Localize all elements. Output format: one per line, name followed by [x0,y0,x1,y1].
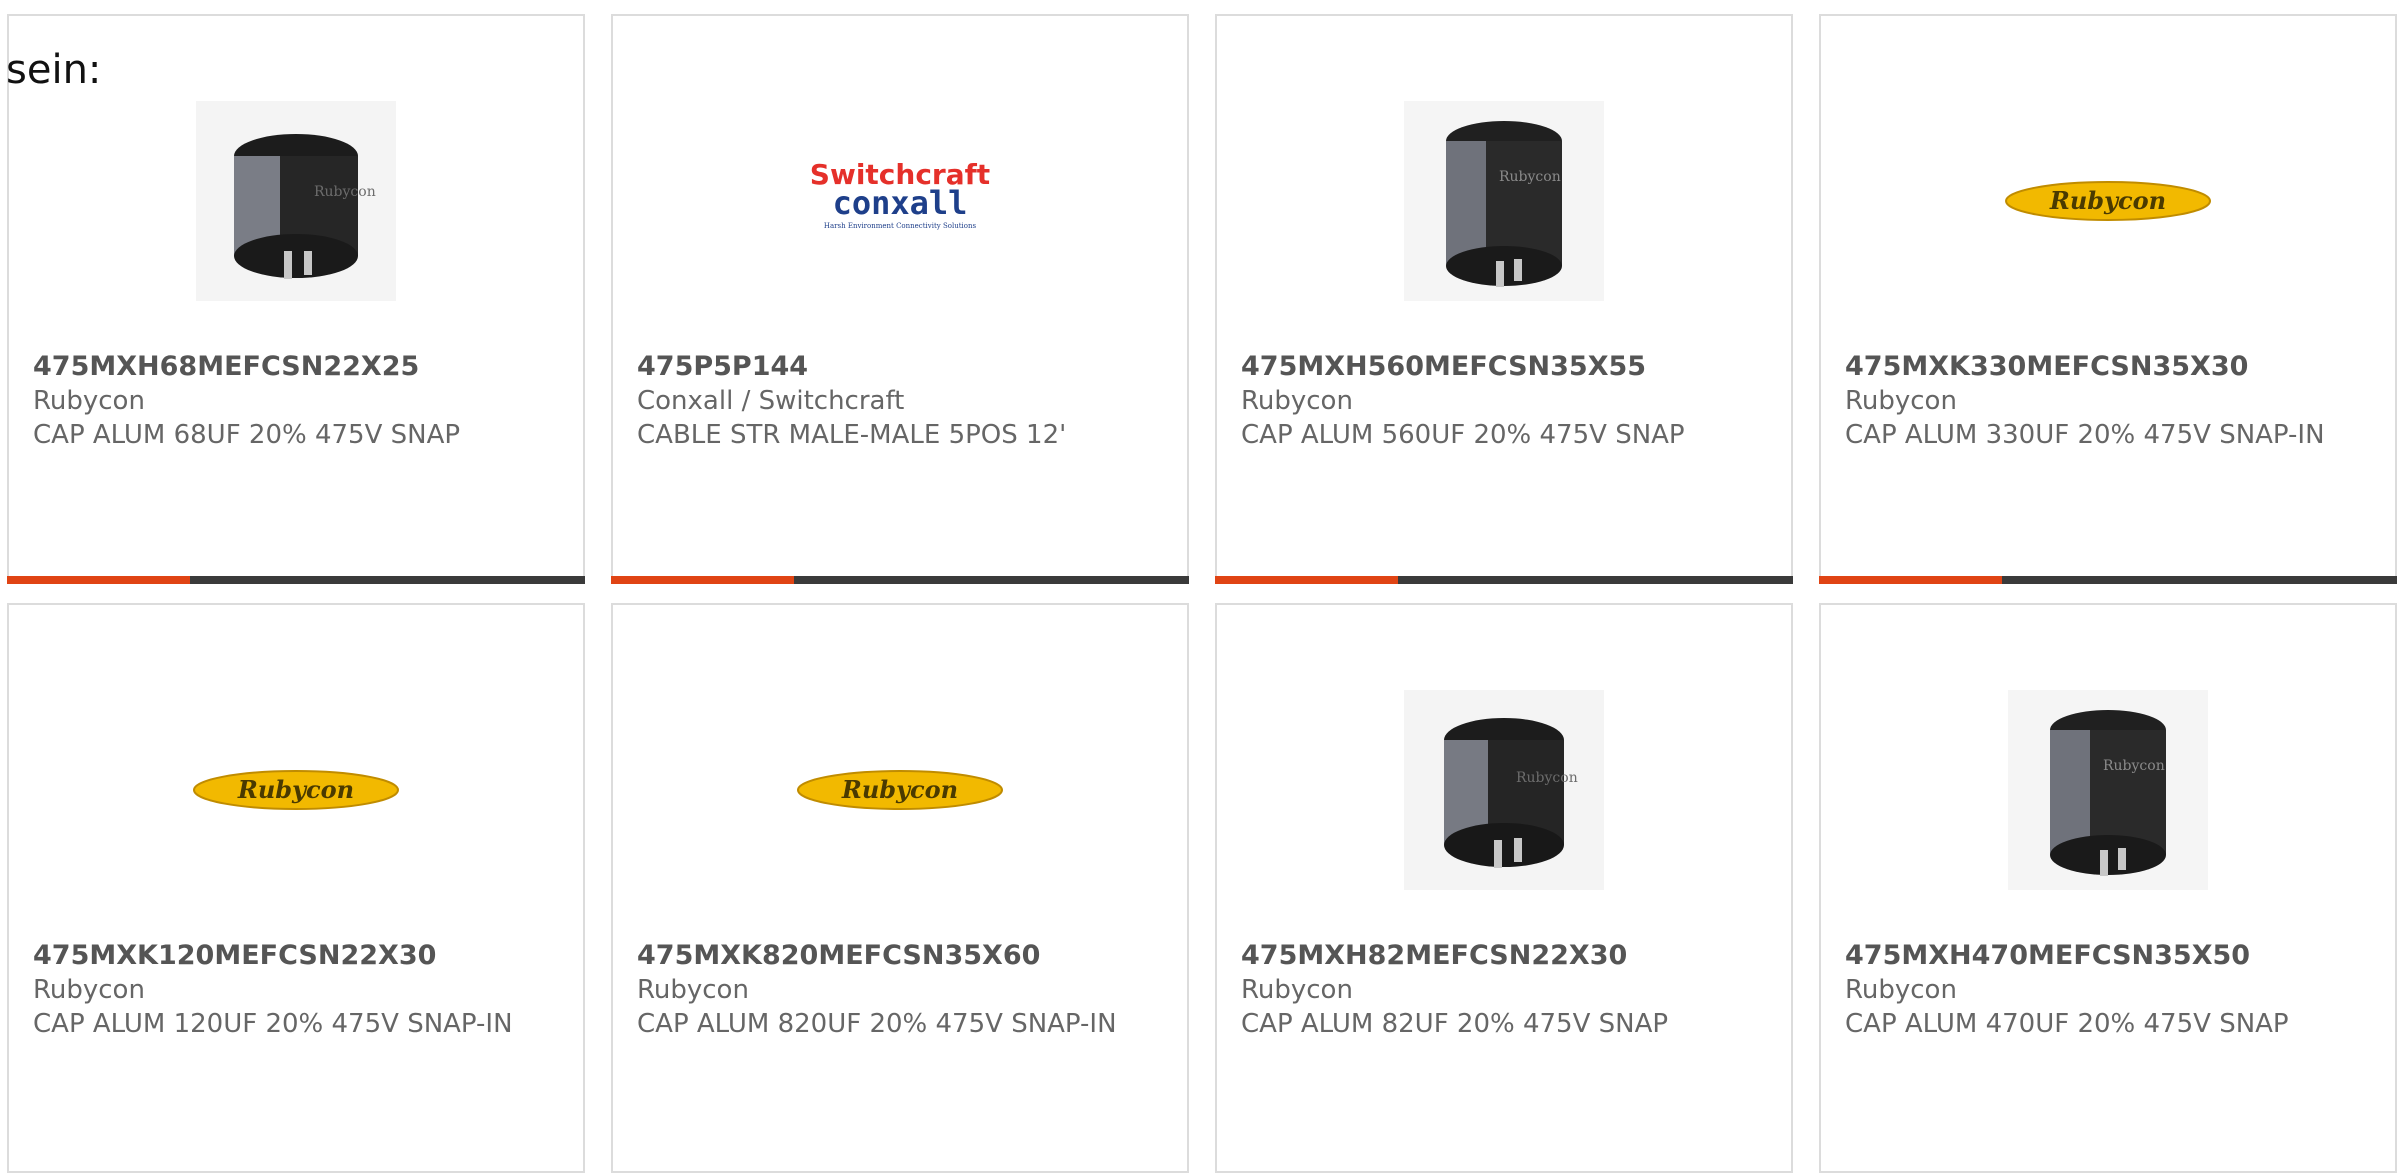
part-number-link[interactable]: 475MXH560MEFCSN35X55 [1241,350,1731,384]
capacitor-photo: Rubycon [2008,690,2208,890]
capacitor-photo: Rubycon [1404,690,1604,890]
manufacturer: Rubycon [1241,975,1353,1005]
product-grid: Rubycon 475MXH68MEFCSN22X25 Rubycon CAP … [0,0,2400,1173]
part-number-link[interactable]: 475P5P144 [637,350,1127,384]
product-card[interactable]: Rubycon 475MXH470MEFCSN35X50 Rubycon CAP… [1819,603,2397,1173]
part-number-link[interactable]: 475MXH82MEFCSN22X30 [1241,939,1731,973]
manufacturer: Rubycon [1241,386,1353,416]
logo-text: Rubycon [237,775,354,804]
product-image[interactable]: Rubycon [9,66,583,336]
description: CAP ALUM 68UF 20% 475V SNAP [33,420,461,450]
card-accent [7,576,190,584]
logo-tagline: Harsh Environment Connectivity Solutions [824,222,977,230]
svg-text:Rubycon: Rubycon [2103,758,2165,774]
rubycon-logo: Rubycon [797,770,1003,810]
description: CAP ALUM 470UF 20% 475V SNAP [1845,1009,2289,1039]
product-image[interactable]: Switchcraft conxall Harsh Environment Co… [613,66,1187,336]
manufacturer: Conxall / Switchcraft [637,386,905,416]
card-bottom-bar [1215,576,1793,584]
svg-text:Rubycon: Rubycon [1499,169,1561,185]
description: CAP ALUM 560UF 20% 475V SNAP [1241,420,1685,450]
product-card[interactable]: Rubycon 475MXH68MEFCSN22X25 Rubycon CAP … [7,14,585,584]
product-info: 475P5P144 Conxall / Switchcraft CABLE ST… [637,350,1127,452]
product-info: 475MXK120MEFCSN22X30 Rubycon CAP ALUM 12… [33,939,523,1041]
svg-text:Rubycon: Rubycon [314,184,376,200]
product-image[interactable]: Rubycon [9,655,583,925]
product-info: 475MXH470MEFCSN35X50 Rubycon CAP ALUM 47… [1845,939,2335,1041]
part-number-link[interactable]: 475MXK820MEFCSN35X60 [637,939,1127,973]
rubycon-logo: Rubycon [193,770,399,810]
card-accent [1215,576,1398,584]
logo-line2: conxall [833,184,968,222]
product-image[interactable]: Rubycon [1217,66,1791,336]
card-accent [1819,576,2002,584]
logo-text: Rubycon [2049,186,2166,215]
manufacturer: Rubycon [33,975,145,1005]
switchcraft-conxall-logo: Switchcraft conxall Harsh Environment Co… [810,158,990,230]
rubycon-logo: Rubycon [2005,181,2211,221]
product-image[interactable]: Rubycon [1821,655,2395,925]
product-card[interactable]: Rubycon 475MXK820MEFCSN35X60 Rubycon CAP… [611,603,1189,1173]
product-card[interactable]: Rubycon 475MXH82MEFCSN22X30 Rubycon CAP … [1215,603,1793,1173]
product-info: 475MXH82MEFCSN22X30 Rubycon CAP ALUM 82U… [1241,939,1731,1041]
product-image[interactable]: Rubycon [1217,655,1791,925]
product-card[interactable]: Switchcraft conxall Harsh Environment Co… [611,14,1189,584]
product-card[interactable]: Rubycon 475MXK330MEFCSN35X30 Rubycon CAP… [1819,14,2397,584]
description: CAP ALUM 820UF 20% 475V SNAP-IN [637,1009,1117,1039]
part-number-link[interactable]: 475MXK120MEFCSN22X30 [33,939,523,973]
capacitor-photo: Rubycon [196,101,396,301]
intro-text: sein: [6,47,102,93]
svg-text:Rubycon: Rubycon [1516,770,1578,786]
manufacturer: Rubycon [637,975,749,1005]
product-image[interactable]: Rubycon [1821,66,2395,336]
card-accent [611,576,794,584]
description: CAP ALUM 82UF 20% 475V SNAP [1241,1009,1669,1039]
product-card[interactable]: Rubycon 475MXK120MEFCSN22X30 Rubycon CAP… [7,603,585,1173]
card-bottom-bar [1819,576,2397,584]
part-number-link[interactable]: 475MXH470MEFCSN35X50 [1845,939,2335,973]
manufacturer: Rubycon [33,386,145,416]
part-number-link[interactable]: 475MXK330MEFCSN35X30 [1845,350,2335,384]
part-number-link[interactable]: 475MXH68MEFCSN22X25 [33,350,523,384]
product-info: 475MXK820MEFCSN35X60 Rubycon CAP ALUM 82… [637,939,1127,1041]
manufacturer: Rubycon [1845,386,1957,416]
card-bottom-bar [611,576,1189,584]
description: CAP ALUM 330UF 20% 475V SNAP-IN [1845,420,2325,450]
logo-text: Rubycon [841,775,958,804]
description: CABLE STR MALE-MALE 5POS 12' [637,420,1067,450]
product-image[interactable]: Rubycon [613,655,1187,925]
manufacturer: Rubycon [1845,975,1957,1005]
product-info: 475MXH68MEFCSN22X25 Rubycon CAP ALUM 68U… [33,350,523,452]
description: CAP ALUM 120UF 20% 475V SNAP-IN [33,1009,513,1039]
product-info: 475MXH560MEFCSN35X55 Rubycon CAP ALUM 56… [1241,350,1731,452]
capacitor-photo: Rubycon [1404,101,1604,301]
product-info: 475MXK330MEFCSN35X30 Rubycon CAP ALUM 33… [1845,350,2335,452]
product-card[interactable]: Rubycon 475MXH560MEFCSN35X55 Rubycon CAP… [1215,14,1793,584]
card-bottom-bar [7,576,585,584]
